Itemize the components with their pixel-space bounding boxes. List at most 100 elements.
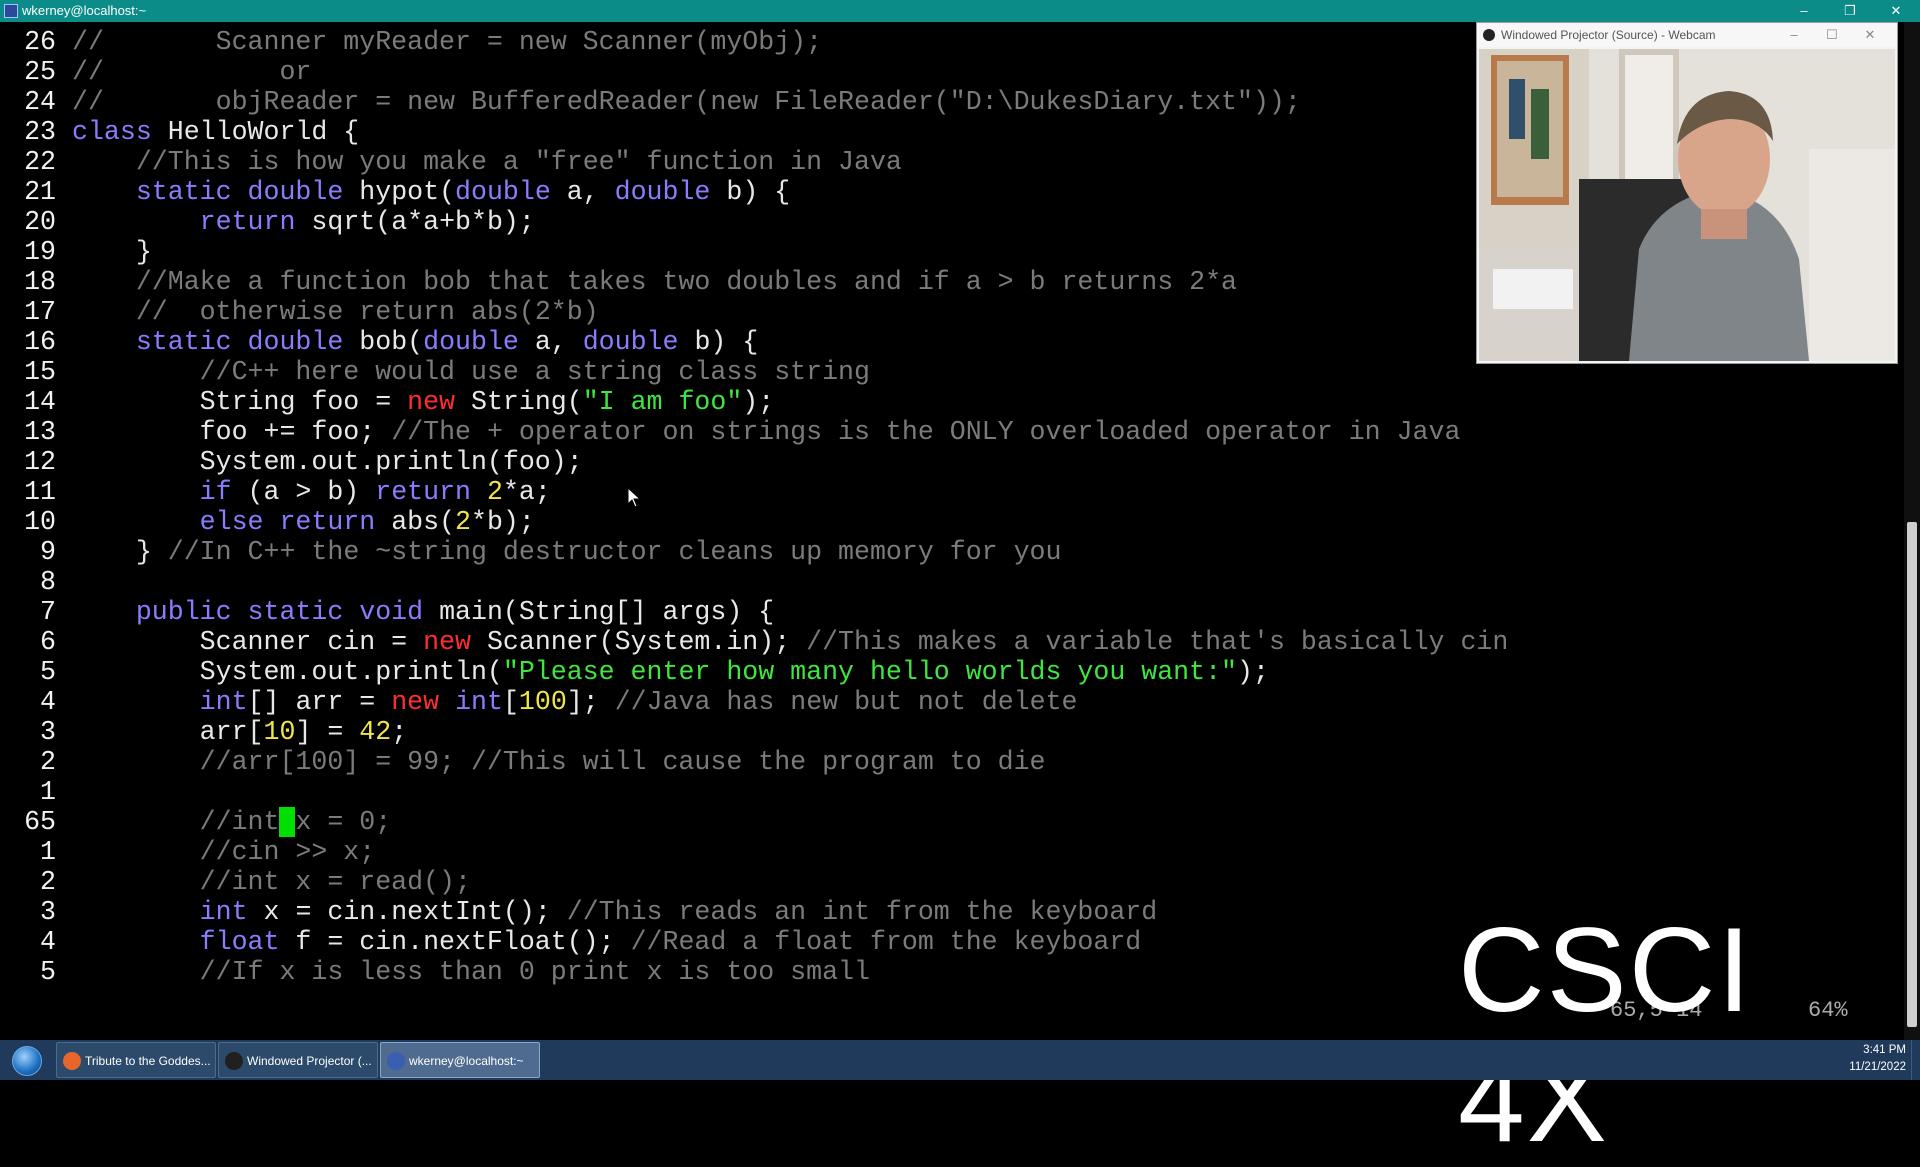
code-text: //Make a function bob that takes two dou…: [72, 267, 1237, 297]
comment-token: // otherwise return abs(2*b): [135, 297, 599, 327]
terminal-title-bar: wkerney@localhost:~ – ❐ ✕: [0, 0, 1920, 22]
line-number: 17: [24, 297, 56, 327]
code-line: 1 //cin >> x;: [0, 837, 375, 867]
terminal-app-icon: [4, 4, 18, 18]
minimize-button[interactable]: –: [1784, 0, 1824, 22]
line-number: 4: [40, 687, 56, 717]
code-line: 11 if (a > b) return 2*a;: [0, 477, 551, 507]
taskbar-item-firefox[interactable]: Tribute to the Goddes...: [56, 1042, 216, 1078]
code-token: System.out.println(foo);: [72, 447, 583, 477]
code-text: String foo = new String("I am foo");: [72, 387, 775, 417]
comment-token: // or: [72, 57, 312, 87]
code-line: 18 //Make a function bob that takes two …: [0, 267, 1237, 297]
code-line: 1: [0, 777, 72, 807]
taskbar-item-projector[interactable]: Windowed Projector (...: [218, 1042, 378, 1078]
code-token: [] arr =: [247, 687, 392, 717]
line-number: 3: [40, 897, 56, 927]
line-number: 23: [24, 117, 56, 147]
taskbar-item-label: Tribute to the Goddes...: [85, 1054, 211, 1068]
line-number: 24: [24, 87, 56, 117]
taskbar-item-label: Windowed Projector (...: [247, 1054, 372, 1068]
code-text: //arr[100] = 99; //This will cause the p…: [72, 747, 1046, 777]
obs-icon: [1483, 29, 1495, 41]
comment-token: x = 0;: [295, 807, 392, 837]
line-number: 16: [24, 327, 56, 357]
line-number: 2: [40, 867, 56, 897]
comment-token: //Read a float from the keyboard: [630, 927, 1142, 957]
code-token: ;: [391, 717, 408, 747]
code-line: 12 System.out.println(foo);: [0, 447, 583, 477]
clock-time: 3:41 PM: [1863, 1044, 1906, 1056]
code-token: }: [72, 537, 168, 567]
number-token: 2: [455, 507, 471, 537]
comment-token: //This reads an int from the keyboard: [566, 897, 1158, 927]
number-token: 100: [518, 687, 567, 717]
close-button[interactable]: ✕: [1876, 0, 1916, 22]
text-cursor: [279, 807, 296, 837]
code-line: 21 static double hypot(double a, double …: [0, 177, 790, 207]
code-token: (a > b): [231, 477, 376, 507]
line-number: 8: [40, 567, 56, 597]
comment-token: //int x = read();: [199, 867, 471, 897]
line-number: 12: [24, 447, 56, 477]
code-line: 10 else return abs(2*b);: [0, 507, 535, 537]
code-text: // Scanner myReader = new Scanner(myObj)…: [72, 27, 822, 57]
start-button[interactable]: [4, 1042, 48, 1078]
projector-maximize-button[interactable]: ☐: [1817, 23, 1847, 47]
code-line: 7 public static void main(String[] args)…: [0, 597, 774, 627]
projector-close-button[interactable]: ✕: [1855, 23, 1885, 47]
code-token: bob(: [343, 327, 424, 357]
keyword-token: static double: [135, 327, 344, 357]
code-token: a,: [518, 327, 583, 357]
code-line: 6 Scanner cin = new Scanner(System.in); …: [0, 627, 1508, 657]
number-token: 42: [359, 717, 392, 747]
new-keyword-token: new: [423, 627, 471, 657]
code-token: }: [72, 237, 152, 267]
projector-minimize-button[interactable]: –: [1779, 23, 1809, 47]
comment-token: //cin >> x;: [199, 837, 376, 867]
code-token: f = cin.nextFloat();: [279, 927, 631, 957]
keyword-token: float: [199, 927, 280, 957]
taskbar-item-label: wkerney@localhost:~: [409, 1054, 524, 1068]
projector-title: Windowed Projector (Source) - Webcam: [1501, 28, 1716, 42]
keyword-token: double: [455, 177, 551, 207]
number-token: 10: [263, 717, 296, 747]
restore-button[interactable]: ❐: [1830, 0, 1870, 22]
terminal-scrollbar[interactable]: [1904, 22, 1920, 1040]
keyword-token: else return: [199, 507, 376, 537]
webcam-projector-window[interactable]: Windowed Projector (Source) - Webcam – ☐…: [1476, 22, 1898, 364]
line-number: 4: [40, 927, 56, 957]
line-number: 14: [24, 387, 56, 417]
code-text: } //In C++ the ~string destructor cleans…: [72, 537, 1062, 567]
code-line: 16 static double bob(double a, double b)…: [0, 327, 758, 357]
code-text: arr[10] = 42;: [72, 717, 408, 747]
code-line: 8: [0, 567, 72, 597]
line-number: 10: [24, 507, 56, 537]
code-line: 2 //arr[100] = 99; //This will cause the…: [0, 747, 1046, 777]
code-line: 9 } //In C++ the ~string destructor clea…: [0, 537, 1061, 567]
code-text: int x = cin.nextInt(); //This reads an i…: [72, 897, 1158, 927]
course-overlay-text: CSCI 4X: [1458, 903, 1753, 1167]
line-number: 26: [24, 27, 56, 57]
code-token: HelloWorld {: [151, 117, 360, 147]
code-line: 23 class HelloWorld {: [0, 117, 359, 147]
show-desktop-button[interactable]: [1911, 1040, 1920, 1080]
code-line: 3 arr[10] = 42;: [0, 717, 407, 747]
keyword-token: return: [199, 207, 296, 237]
code-token: a,: [550, 177, 615, 207]
line-number: 13: [24, 417, 56, 447]
taskbar-item-terminal[interactable]: wkerney@localhost:~: [380, 1042, 540, 1078]
code-line: 5 System.out.println("Please enter how m…: [0, 657, 1269, 687]
system-clock[interactable]: 3:41 PM 11/21/2022: [1836, 1042, 1906, 1076]
clock-date: 11/21/2022: [1849, 1061, 1906, 1073]
code-text: else return abs(2*b);: [72, 507, 535, 537]
line-number: 65: [24, 807, 56, 837]
